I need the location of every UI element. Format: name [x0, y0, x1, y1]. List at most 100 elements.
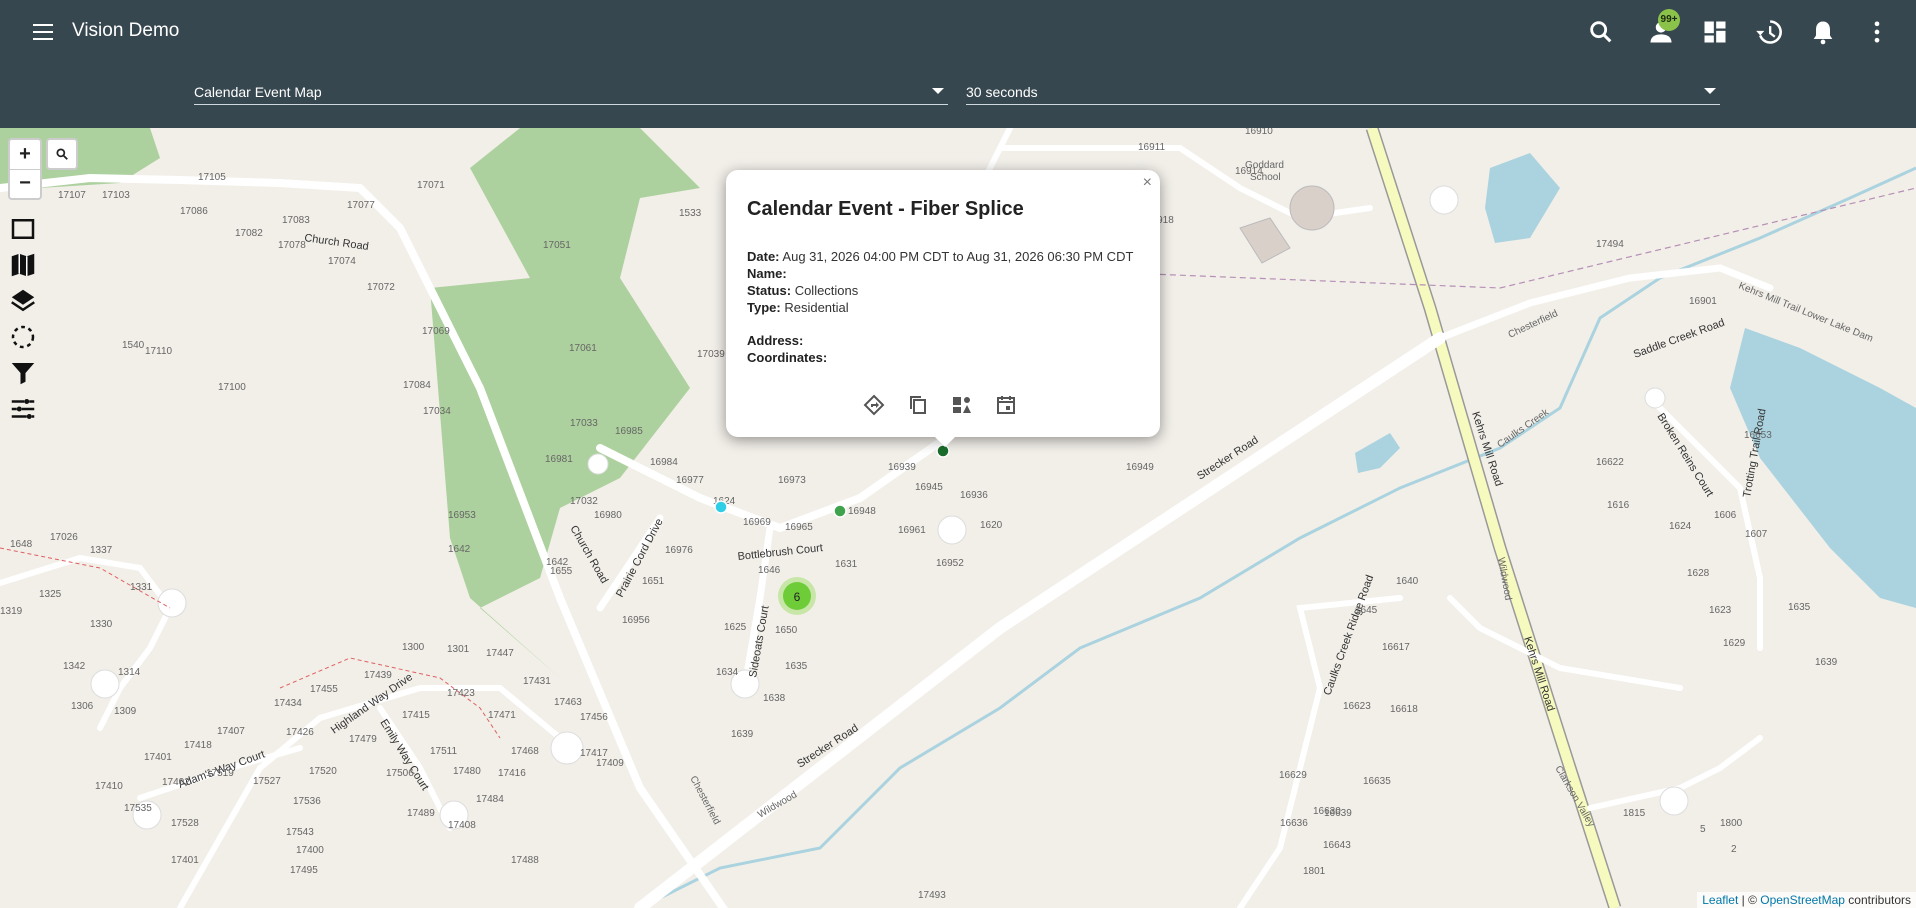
zoom-out-button[interactable]: −: [10, 170, 40, 198]
house-number: 17402: [162, 777, 190, 788]
map-search-button[interactable]: [46, 138, 78, 170]
house-number: 17401: [144, 752, 172, 763]
house-number: 17415: [402, 710, 430, 721]
house-number: 16914: [1235, 166, 1263, 177]
house-number: 17033: [570, 418, 598, 429]
house-number: 16949: [1126, 462, 1154, 473]
house-number: 16976: [665, 545, 693, 556]
map-attribution: Leaflet | © OpenStreetMap contributors: [1697, 892, 1916, 908]
house-number: 16939: [888, 462, 916, 473]
house-number: 17061: [569, 343, 597, 354]
house-number: 17026: [50, 532, 78, 543]
tune-icon[interactable]: [8, 394, 38, 424]
lasso-select-icon[interactable]: [8, 322, 38, 352]
house-number: 17519: [206, 768, 234, 779]
house-number: 16977: [676, 475, 704, 486]
status-value: Collections: [794, 283, 859, 298]
popup-type-row: Type: Residential: [747, 300, 849, 315]
house-number: 17488: [511, 855, 539, 866]
house-number: 16953: [448, 510, 476, 521]
house-number: 17039: [697, 349, 725, 360]
osm-link[interactable]: OpenStreetMap: [1760, 893, 1845, 907]
house-number: 16911: [1138, 142, 1166, 153]
directions-icon[interactable]: [862, 393, 886, 417]
house-number: 17408: [448, 820, 476, 831]
menu-icon[interactable]: [28, 17, 58, 47]
street-view-icon[interactable]: [950, 393, 974, 417]
cluster-count: 6: [794, 590, 801, 604]
zoom-in-button[interactable]: +: [10, 140, 40, 170]
house-number: 17400: [296, 845, 324, 856]
calendar-icon[interactable]: [994, 393, 1018, 417]
house-number: 17527: [253, 776, 281, 787]
view-select[interactable]: Calendar Event Map: [194, 78, 948, 105]
house-number: 17471: [488, 710, 516, 721]
house-number: 17434: [274, 698, 302, 709]
house-number: 1628: [1687, 568, 1710, 579]
date-value: Aug 31, 2026 04:00 PM CDT to Aug 31, 202…: [782, 249, 1134, 264]
zoom-control: + −: [8, 138, 42, 200]
house-number: 16965: [785, 522, 813, 533]
house-number: 1606: [1714, 510, 1737, 521]
type-label: Type:: [747, 300, 781, 315]
house-number: 16984: [650, 457, 678, 468]
popup-address-row: Address:: [747, 333, 803, 348]
chevron-down-icon: [1704, 88, 1716, 94]
house-number: 1648: [10, 539, 33, 550]
house-number: 1319: [0, 606, 23, 617]
house-number: 17535: [124, 803, 152, 814]
house-number: 16643: [1323, 840, 1351, 851]
more-vert-icon[interactable]: [1863, 18, 1891, 46]
search-icon[interactable]: [1587, 18, 1615, 46]
house-number: 16623: [1343, 701, 1371, 712]
house-number: 16636: [1280, 818, 1308, 829]
house-number: 16617: [1382, 642, 1410, 653]
house-number: 17489: [407, 808, 435, 819]
close-icon[interactable]: ×: [1143, 174, 1152, 192]
house-number: 1645: [1355, 605, 1378, 616]
house-number: 1639: [1815, 657, 1838, 668]
type-value: Residential: [784, 300, 849, 315]
house-number: 1624: [1669, 521, 1692, 532]
house-number: 17426: [286, 727, 314, 738]
house-number: 17511: [430, 746, 458, 757]
layers-icon[interactable]: [8, 286, 38, 316]
house-number: 1801: [1303, 866, 1326, 877]
house-number: 16973: [778, 475, 806, 486]
house-number: 17077: [347, 200, 375, 211]
house-number: 17493: [918, 890, 946, 901]
attribution-suffix: contributors: [1844, 893, 1911, 907]
house-number: 17034: [423, 406, 451, 417]
address-label: Address:: [747, 333, 804, 348]
house-number: 1533: [679, 208, 702, 219]
house-number: 17480: [453, 766, 481, 777]
popup-date-row: Date: Aug 31, 2026 04:00 PM CDT to Aug 3…: [747, 249, 1133, 264]
date-label: Date:: [747, 249, 780, 264]
bell-icon[interactable]: [1809, 18, 1837, 46]
dashboard-icon[interactable]: [1701, 18, 1729, 46]
map-icon[interactable]: [8, 250, 38, 280]
house-number: 1300: [402, 642, 425, 653]
house-number: 17407: [217, 726, 245, 737]
house-number: 1301: [447, 644, 470, 655]
house-number: 1640: [1396, 576, 1419, 587]
draw-rectangle-icon[interactable]: [8, 214, 38, 244]
house-number: 17418: [184, 740, 212, 751]
refresh-interval-select[interactable]: 30 seconds: [966, 78, 1720, 105]
house-number: 1616: [1607, 500, 1630, 511]
house-number: 1314: [118, 667, 141, 678]
house-number: 17086: [180, 206, 208, 217]
house-number: 16635: [1363, 776, 1391, 787]
leaflet-link[interactable]: Leaflet: [1702, 893, 1738, 907]
house-number: 1309: [114, 706, 137, 717]
history-icon[interactable]: [1755, 18, 1783, 46]
copy-icon[interactable]: [906, 393, 930, 417]
house-number: 16985: [615, 426, 643, 437]
house-number: 16910: [1245, 128, 1273, 137]
house-number: 1342: [63, 661, 86, 672]
house-number: 17431: [523, 676, 551, 687]
house-number: 17455: [310, 684, 338, 695]
house-number: 17107: [58, 190, 86, 201]
house-number: 16901: [1689, 296, 1717, 307]
filter-icon[interactable]: [8, 358, 38, 388]
